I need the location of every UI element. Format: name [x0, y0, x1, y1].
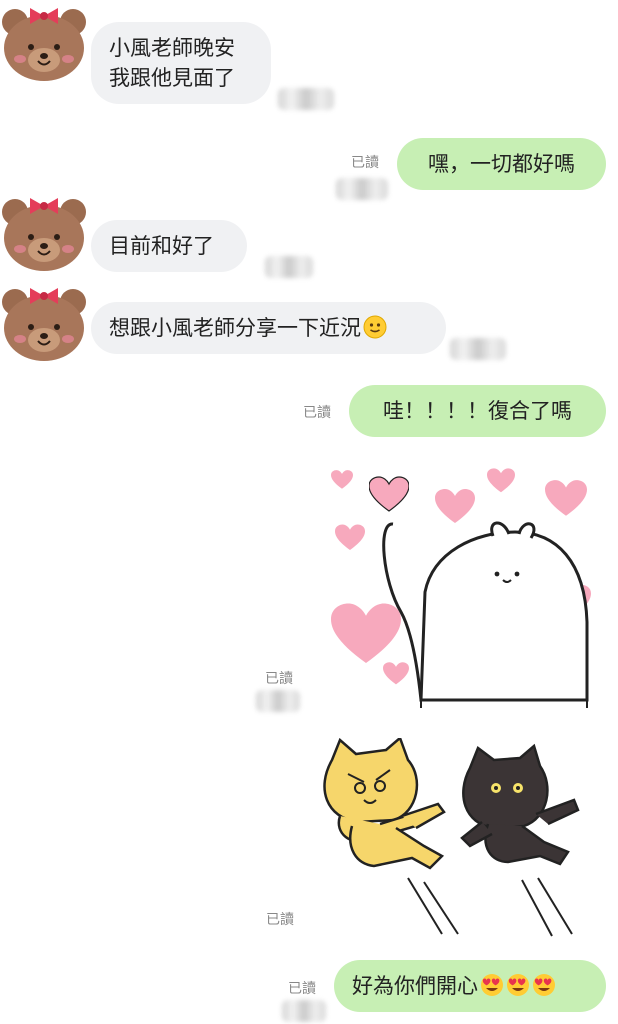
sender-avatar[interactable] — [0, 192, 88, 272]
message-timestamp — [256, 690, 300, 712]
message-timestamp — [278, 88, 334, 110]
outgoing-message[interactable]: 嘿，一切都好嗎 — [397, 138, 606, 190]
outgoing-message[interactable]: 哇！！！！復合了嗎 — [349, 385, 606, 437]
message-timestamp — [282, 1000, 326, 1022]
heart-eyes-face-icon — [506, 973, 530, 997]
message-timestamp — [265, 256, 313, 278]
read-receipt: 已讀 — [303, 405, 331, 421]
message-text: 好為你們開心 — [352, 974, 478, 998]
heart-eyes-face-icon — [532, 973, 556, 997]
read-receipt: 已讀 — [265, 671, 293, 687]
read-receipt: 已讀 — [266, 912, 294, 928]
sender-avatar[interactable] — [0, 282, 88, 362]
dancing-cats-sticker[interactable] — [312, 738, 604, 944]
chat-area[interactable]: 小風老師晚安 我跟他見面了 已讀 嘿，一切都好嗎 目前和好了 想跟小風老師分享一… — [0, 0, 618, 1024]
read-receipt: 已讀 — [288, 981, 316, 997]
incoming-message[interactable]: 小風老師晚安 我跟他見面了 — [91, 22, 271, 104]
outgoing-message[interactable]: 好為你們開心 — [334, 960, 606, 1012]
slightly-smiling-face-icon — [363, 315, 387, 339]
message-timestamp — [450, 338, 506, 360]
rabbit-with-hearts-sticker[interactable] — [325, 462, 597, 708]
incoming-message[interactable]: 目前和好了 — [91, 220, 247, 272]
sender-avatar[interactable] — [0, 2, 88, 82]
read-receipt: 已讀 — [351, 155, 379, 171]
message-timestamp — [336, 178, 388, 200]
message-text: 想跟小風老師分享一下近況 — [109, 316, 361, 340]
incoming-message[interactable]: 想跟小風老師分享一下近況 — [91, 302, 446, 354]
heart-eyes-face-icon — [480, 973, 504, 997]
